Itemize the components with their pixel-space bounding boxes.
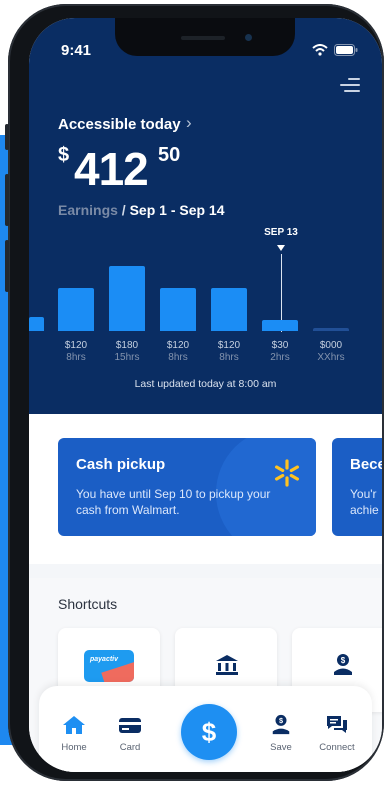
bar-hours-label: 2hrs (270, 352, 290, 363)
card-title: Cash pickup (76, 456, 166, 473)
mute-switch (5, 124, 9, 150)
card-icon (119, 718, 141, 733)
chart-x-label: $120 8hrs (54, 340, 98, 364)
bar-value-label: $120 (64, 340, 88, 351)
chart-x-label: $30 2hrs (258, 340, 302, 364)
earnings-period[interactable]: Earnings / Sep 1 - Sep 14 (58, 202, 225, 218)
bar-value-label: $000 (319, 340, 343, 351)
volume-up-button (5, 174, 9, 226)
svg-text:$: $ (279, 716, 283, 725)
bar-hours-label: 8hrs (168, 352, 188, 363)
walmart-spark-icon (274, 459, 299, 487)
highlight-marker-icon (277, 245, 285, 251)
chart-bar[interactable] (211, 288, 247, 331)
bottom-tab-bar: Home Card $ $ Save Connect (39, 686, 372, 772)
amount-cents: 50 (158, 144, 181, 166)
chat-icon (327, 716, 347, 733)
earnings-separator: / (121, 202, 126, 218)
status-icons (312, 44, 358, 56)
card-description: You'r achie (350, 487, 379, 517)
home-icon (63, 716, 85, 734)
chart-x-label: $000 XXhrs (309, 340, 353, 364)
chart-bar-partial (29, 317, 44, 331)
tab-home[interactable]: Home (49, 714, 99, 753)
earnings-chart[interactable]: SEP 13 $120 8hrs $180 15hrs $120 8hrs $120 8hrs… (29, 218, 382, 368)
pay-action-button[interactable]: $ (181, 704, 237, 760)
bar-hours-label: 8hrs (66, 352, 86, 363)
card-description: You have until Sep 10 to pickup your cas… (76, 487, 271, 517)
cash-pickup-card[interactable]: Cash pickup You have until Sep 10 to pic… (58, 438, 316, 536)
status-time: 9:41 (61, 42, 92, 59)
accessible-today-label[interactable]: Accessible today (58, 116, 181, 133)
wifi-icon (312, 44, 328, 56)
tab-card[interactable]: Card (105, 714, 155, 753)
tab-label: Connect (319, 742, 355, 753)
bar-value-label: $30 (271, 340, 289, 351)
amount-whole: 412 (74, 143, 149, 195)
chart-bar[interactable] (160, 288, 196, 331)
chart-bar[interactable] (109, 266, 145, 331)
phone-frame: 9:41 Accessible today › $ 412 50 Earning… (5, 4, 384, 781)
earnings-range: Sep 1 - Sep 14 (129, 202, 225, 218)
svg-text:$: $ (341, 656, 346, 665)
battery-icon (334, 44, 358, 56)
tab-label: Card (119, 742, 141, 753)
app-screen: 9:41 Accessible today › $ 412 50 Earning… (29, 18, 382, 772)
bank-icon (216, 655, 238, 675)
bar-value-label: $120 (166, 340, 190, 351)
bar-value-label: $180 (115, 340, 139, 351)
secondary-card[interactable]: Bece You'r achie (332, 438, 382, 536)
tab-save[interactable]: $ Save (256, 714, 306, 753)
bar-hours-label: 15hrs (114, 352, 140, 363)
tab-label: Home (61, 742, 87, 753)
earnings-panel: 9:41 Accessible today › $ 412 50 Earning… (29, 18, 382, 414)
chart-x-label: $180 15hrs (105, 340, 149, 364)
last-updated-text: Last updated today at 8:00 am (134, 378, 277, 390)
speaker (181, 36, 225, 40)
earnings-label: Earnings (58, 202, 118, 218)
notch (115, 18, 295, 56)
chart-bar[interactable] (262, 320, 298, 331)
tab-connect[interactable]: Connect (312, 714, 362, 753)
shortcuts-title: Shortcuts (58, 596, 118, 612)
chart-bar[interactable] (313, 328, 349, 331)
currency-symbol: $ (58, 144, 70, 166)
card-title: Bece (350, 456, 382, 473)
chart-x-label: $120 8hrs (207, 340, 251, 364)
camera (245, 34, 252, 41)
payactiv-card-icon: payactiv (84, 650, 134, 682)
card-brand: payactiv (90, 656, 119, 663)
highlight-date-label: SEP 13 (264, 227, 298, 238)
cards-carousel[interactable]: Cash pickup You have until Sep 10 to pic… (29, 414, 382, 564)
tab-label: Save (270, 742, 292, 753)
bar-hours-label: XXhrs (317, 352, 345, 363)
bar-hours-label: 8hrs (219, 352, 239, 363)
chart-x-label: $120 8hrs (156, 340, 200, 364)
volume-down-button (5, 240, 9, 292)
menu-icon[interactable] (340, 78, 360, 96)
bar-value-label: $120 (217, 340, 241, 351)
save-icon: $ (272, 714, 290, 735)
chevron-right-icon[interactable]: › (186, 113, 192, 133)
savings-icon: $ (334, 654, 352, 675)
chart-bar[interactable] (58, 288, 94, 331)
